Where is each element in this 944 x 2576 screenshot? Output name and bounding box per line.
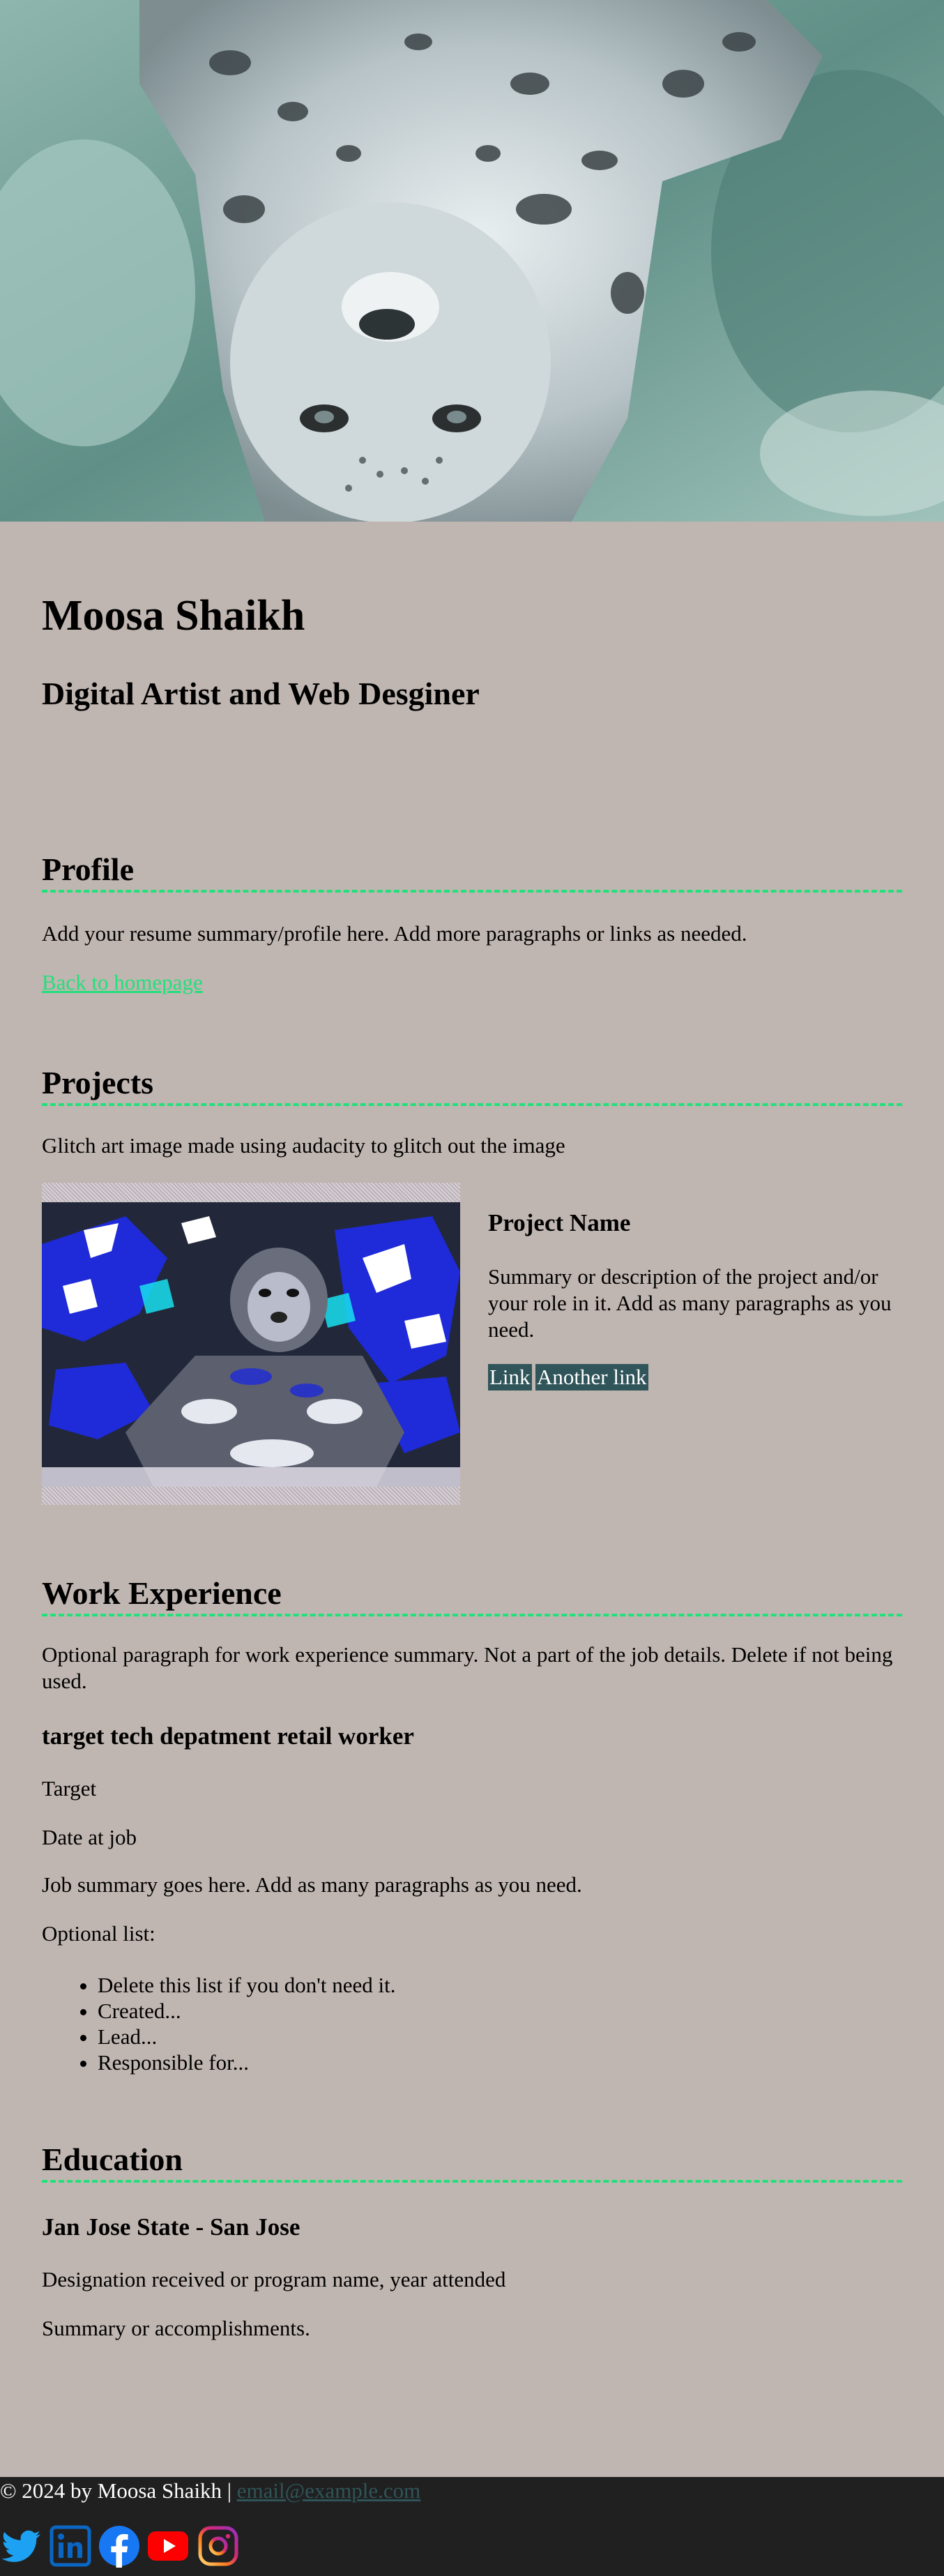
projects-heading: Projects [42, 1067, 902, 1106]
education-program: Designation received or program name, ye… [42, 2267, 506, 2291]
work-experience-heading: Work Experience [42, 1577, 902, 1616]
optional-list: Delete this list if you don't need it. C… [42, 1972, 395, 2075]
list-item: Delete this list if you don't need it. [98, 1972, 395, 1998]
job-date: Date at job [42, 1825, 137, 1849]
list-item: Lead... [98, 2024, 395, 2050]
school-name: Jan Jose State - San Jose [42, 2213, 300, 2241]
profile-summary: Add your resume summary/profile here. Ad… [42, 921, 747, 946]
hero-image [0, 0, 944, 522]
profile-heading: Profile [42, 854, 902, 893]
list-item: Responsible for... [98, 2050, 395, 2075]
optional-list-label: Optional list: [42, 1921, 155, 1946]
job-title: target tech depatment retail worker [42, 1722, 414, 1750]
job-company: Target [42, 1776, 97, 1801]
copyright-text: © 2024 by Moosa Shaikh | [0, 2478, 237, 2503]
projects-intro: Glitch art image made using audacity to … [42, 1133, 565, 1158]
snow-leopard-image [0, 0, 944, 522]
linkedin-icon[interactable] [49, 2524, 92, 2568]
email-link[interactable]: email@example.com [237, 2478, 421, 2503]
footer-copyright: © 2024 by Moosa Shaikh | email@example.c… [0, 2477, 420, 2505]
facebook-icon[interactable] [98, 2524, 141, 2568]
project-name: Project Name [488, 1209, 631, 1236]
youtube-icon[interactable] [146, 2524, 190, 2568]
project-link[interactable]: Link [488, 1364, 532, 1391]
project-description: Summary or description of the project an… [488, 1264, 892, 1342]
education-summary: Summary or accomplishments. [42, 2316, 310, 2340]
site-tagline: Digital Artist and Web Desginer [42, 676, 480, 711]
project-another-link[interactable]: Another link [535, 1364, 648, 1391]
job-summary: Job summary goes here. Add as many parag… [42, 1872, 582, 1897]
glitch-art-snow-leopard [42, 1202, 460, 1487]
education-heading: Education [42, 2144, 902, 2183]
work-summary: Optional paragraph for work experience s… [42, 1642, 893, 1693]
list-item: Created... [98, 1998, 395, 2024]
footer: © 2024 by Moosa Shaikh | email@example.c… [0, 2477, 944, 2576]
instagram-icon[interactable] [197, 2524, 240, 2568]
site-name: Moosa Shaikh [42, 592, 305, 639]
twitter-icon[interactable] [0, 2524, 43, 2568]
back-to-homepage-link[interactable]: Back to homepage [42, 969, 203, 996]
project-image [42, 1183, 460, 1505]
